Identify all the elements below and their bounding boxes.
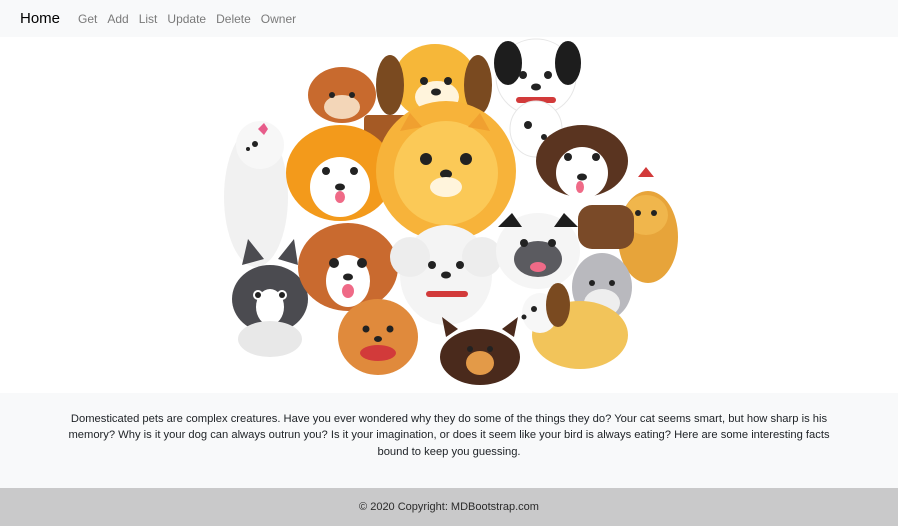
- nav-link-delete[interactable]: Delete: [216, 12, 251, 26]
- nav-link-list[interactable]: List: [139, 12, 158, 26]
- description-text: Domesticated pets are complex creatures.…: [68, 413, 830, 458]
- dogs-illustration: [224, 38, 678, 385]
- nav-link-owner[interactable]: Owner: [261, 12, 296, 26]
- footer-copyright: © 2020 Copyright: MDBootstrap.com: [359, 501, 539, 513]
- nav-link-get[interactable]: Get: [78, 12, 97, 26]
- nav-links: Get Add List Update Delete Owner: [78, 12, 306, 26]
- nav-home-link[interactable]: Home: [20, 10, 60, 27]
- description-section: Domesticated pets are complex creatures.…: [0, 393, 898, 488]
- hero-section: [0, 37, 898, 393]
- nav-link-add[interactable]: Add: [107, 12, 128, 26]
- nav-link-update[interactable]: Update: [167, 12, 206, 26]
- navbar: Home Get Add List Update Delete Owner: [0, 0, 898, 37]
- footer: © 2020 Copyright: MDBootstrap.com: [0, 488, 898, 526]
